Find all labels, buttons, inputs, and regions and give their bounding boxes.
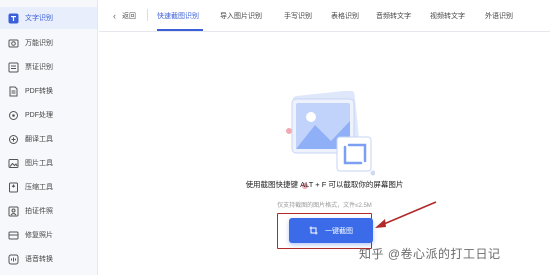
shortcut-hint: 使用截图快捷键 ALT + F 可以截取你的屏幕图片 bbox=[245, 180, 404, 189]
tab-foreign-language[interactable]: 外语识别 bbox=[485, 11, 513, 21]
sidebar-item-label: 拍证件照 bbox=[25, 208, 53, 215]
top-tab-bar: ‹ 返回 快速截图识别 导入图片识别 手写识别 表格识别 音频转文字 视频转文字… bbox=[99, 0, 550, 32]
voice-convert-icon bbox=[8, 254, 19, 265]
sidebar-item-label: 语音转换 bbox=[25, 256, 53, 263]
sidebar-item-compress[interactable]: 压缩工具 bbox=[0, 176, 97, 198]
pdf-process-icon bbox=[8, 110, 19, 121]
tab-table[interactable]: 表格识别 bbox=[331, 11, 359, 21]
button-label: 一键截图 bbox=[325, 227, 353, 235]
sidebar-item-label: 文字识别 bbox=[25, 15, 53, 22]
tab-audio-to-text[interactable]: 音频转文字 bbox=[376, 11, 411, 21]
one-click-screenshot-button[interactable]: 一键截图 bbox=[289, 218, 373, 243]
sidebar-item-label: 图片工具 bbox=[25, 160, 53, 167]
main-content: 使用截图快捷键 ALT + F 可以截取你的屏幕图片 仅支持截图的图片格式，文件… bbox=[99, 33, 550, 275]
watermark: 知乎 @卷心派的打工日记 bbox=[359, 247, 501, 261]
text-recognition-icon bbox=[8, 13, 19, 24]
chevron-left-icon: ‹ bbox=[113, 10, 116, 21]
tab-import-image[interactable]: 导入图片识别 bbox=[220, 11, 262, 21]
sidebar-item-label: PDF转换 bbox=[25, 88, 53, 95]
compress-icon bbox=[8, 182, 19, 193]
sidebar-item-label: PDF处理 bbox=[25, 112, 53, 119]
format-hint: 仅支持截图的图片格式，文件≤2.5M bbox=[277, 203, 372, 209]
tab-quick-screenshot[interactable]: 快速截图识别 bbox=[157, 11, 199, 21]
universal-scan-icon bbox=[8, 38, 19, 49]
sidebar-item-label: 票证识别 bbox=[25, 64, 53, 71]
sidebar-item-text-recognition[interactable]: 文字识别 bbox=[0, 7, 97, 29]
sidebar-item-label: 压缩工具 bbox=[25, 184, 53, 191]
crop-icon bbox=[309, 226, 318, 235]
back-button[interactable]: ‹ 返回 bbox=[113, 11, 136, 21]
sidebar-item-label: 翻译工具 bbox=[25, 136, 53, 143]
back-label: 返回 bbox=[122, 13, 136, 20]
sidebar-item-universal-scan[interactable]: 万能识别 bbox=[0, 32, 97, 54]
sidebar-item-label: 万能识别 bbox=[25, 40, 53, 47]
pdf-convert-icon bbox=[8, 86, 19, 97]
sidebar-item-label: 修复照片 bbox=[25, 232, 53, 239]
sidebar-item-id-photo[interactable]: 拍证件照 bbox=[0, 200, 97, 222]
divider bbox=[147, 9, 148, 21]
tab-video-to-text[interactable]: 视频转文字 bbox=[430, 11, 465, 21]
sidebar-item-photo-repair[interactable]: 修复照片 bbox=[0, 224, 97, 246]
sidebar: 文字识别 万能识别 票证识别 PDF转换 PDF处理 翻译工具 图片工具 压缩工… bbox=[0, 0, 98, 275]
sidebar-item-pdf-convert[interactable]: PDF转换 bbox=[0, 80, 97, 102]
sidebar-item-image-tool[interactable]: 图片工具 bbox=[0, 152, 97, 174]
active-tab-indicator bbox=[157, 29, 203, 31]
sidebar-item-voice-convert[interactable]: 语音转换 bbox=[0, 248, 97, 270]
ticket-icon bbox=[8, 62, 19, 73]
photo-repair-icon bbox=[8, 230, 19, 241]
screenshot-illustration-icon bbox=[275, 90, 376, 191]
sidebar-item-pdf-process[interactable]: PDF处理 bbox=[0, 104, 97, 126]
image-tool-icon bbox=[8, 158, 19, 169]
sidebar-item-ticket[interactable]: 票证识别 bbox=[0, 56, 97, 78]
sidebar-item-translate[interactable]: 翻译工具 bbox=[0, 128, 97, 150]
translate-icon bbox=[8, 134, 19, 145]
id-photo-icon bbox=[8, 206, 19, 217]
tab-handwriting[interactable]: 手写识别 bbox=[284, 11, 312, 21]
